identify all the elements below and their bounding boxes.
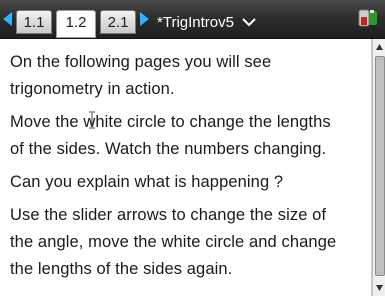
- tab-bar: 1.1 1.2 2.1 *TrigIntrov5: [0, 0, 385, 39]
- tab-label: 1.2: [65, 14, 87, 31]
- vertical-scrollbar[interactable]: [372, 39, 385, 296]
- paragraph: Can you explain what is happening ?: [0, 163, 371, 196]
- tab-1-1[interactable]: 1.1: [16, 10, 52, 34]
- triangle-left-icon: [2, 12, 12, 26]
- paragraph: Move the white circle to change the leng…: [0, 103, 371, 163]
- triangle-right-icon: [139, 12, 149, 26]
- text-line: On the following pages you will see: [10, 53, 272, 71]
- scroll-down-icon[interactable]: [375, 283, 384, 292]
- previous-page-button[interactable]: [0, 0, 14, 38]
- scroll-thumb[interactable]: [375, 56, 385, 276]
- app-frame: 1.1 1.2 2.1 *TrigIntrov5 On the followin…: [0, 0, 385, 296]
- notes-page[interactable]: On the following pages you will see trig…: [0, 39, 372, 296]
- paragraph: Use the slider arrows to change the size…: [0, 196, 371, 283]
- text-line: the lengths of the sides again.: [10, 260, 233, 278]
- chevron-down-icon: [242, 18, 256, 27]
- tab-2-1[interactable]: 2.1: [100, 10, 136, 34]
- tab-1-2[interactable]: 1.2: [56, 10, 96, 38]
- text-line: Move the white circle to change the leng…: [10, 113, 331, 131]
- text-line: Use the slider arrows to change the size…: [10, 206, 327, 224]
- paragraph: On the following pages you will see trig…: [0, 39, 371, 103]
- tab-label: 2.1: [107, 14, 129, 31]
- battery-icon: [358, 9, 377, 27]
- document-title: *TrigIntrov5: [157, 13, 234, 31]
- next-page-button[interactable]: [138, 0, 150, 38]
- text-line: the angle, move the white circle and cha…: [10, 233, 337, 251]
- text-line: of the sides. Watch the numbers changing…: [10, 140, 327, 158]
- tab-label: 1.1: [23, 14, 45, 31]
- document-menu[interactable]: *TrigIntrov5: [157, 10, 256, 34]
- text-line: Can you explain what is happening ?: [10, 173, 284, 191]
- text-line: trigonometry in action.: [10, 80, 175, 98]
- scroll-up-icon[interactable]: [375, 43, 384, 52]
